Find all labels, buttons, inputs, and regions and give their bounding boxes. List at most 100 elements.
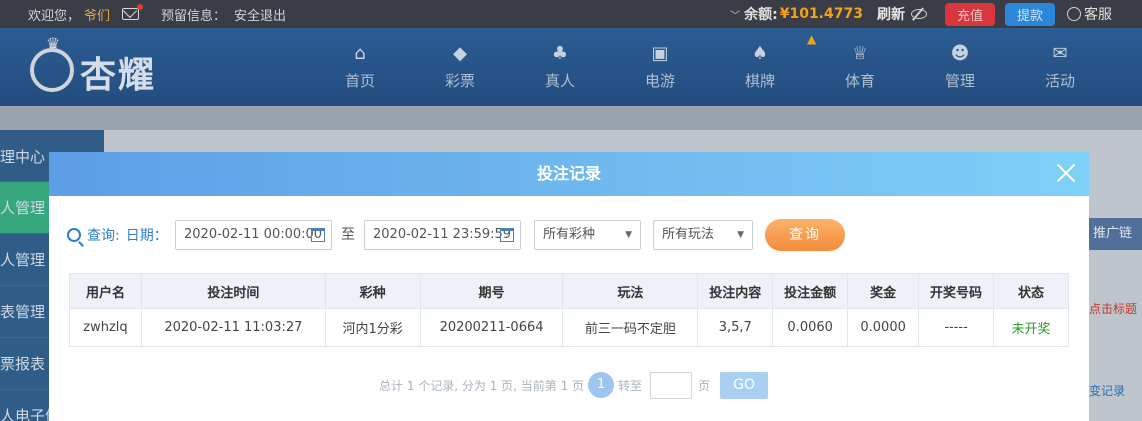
query-label-group: 查询: 日期： — [67, 220, 168, 250]
nav-label: 彩票 — [444, 72, 475, 90]
logout-link[interactable]: 安全退出 — [234, 5, 286, 24]
nav-item-promotions[interactable]: ✉ 活动 — [1010, 28, 1110, 106]
main-header: ♛ 杏耀 ⌂ 首页 ◆ 彩票 ♣ 真人 ▣ 电游 ♠ ▲ 棋牌 ♕ 体育 ☻ 管理 ✉ 活动 — [0, 28, 1142, 106]
username[interactable]: 爷们 — [84, 5, 110, 24]
modal-header: 投注记录 — [49, 152, 1089, 196]
nav-label: 电游 — [644, 72, 675, 90]
column-header: 开奖号码 — [918, 273, 994, 309]
nav-item-manage[interactable]: ☻ 管理 — [910, 28, 1010, 106]
modal-title: 投注记录 — [536, 164, 601, 183]
date-label: 日期： — [125, 228, 168, 244]
content-band — [104, 106, 1142, 130]
logo-emblem-icon — [30, 48, 74, 92]
column-header: 用户名 — [69, 273, 142, 309]
column-header: 期号 — [419, 273, 564, 309]
start-date-value: 2020-02-11 00:00:00 — [184, 227, 323, 242]
date-range-separator: 至 — [341, 227, 355, 243]
chevron-down-icon[interactable]: ﹀ — [730, 7, 740, 22]
nav-label: 首页 — [344, 72, 375, 90]
nav-item-sports[interactable]: ♕ 体育 — [810, 28, 910, 106]
gift-icon: ✉ — [1052, 43, 1068, 64]
withdraw-button[interactable]: 提款 — [1004, 2, 1055, 26]
nav-item-home[interactable]: ⌂ 首页 — [310, 28, 410, 106]
live-dealer-icon: ♣ — [551, 43, 569, 64]
close-icon[interactable] — [1055, 162, 1077, 184]
page-number-input[interactable] — [650, 371, 693, 399]
hide-balance-icon[interactable] — [910, 9, 927, 19]
welcome-text: 欢迎您， — [28, 8, 81, 24]
mail-icon[interactable] — [122, 4, 144, 20]
balance-value: ¥101.4773 — [779, 6, 863, 22]
ticket-icon: ◆ — [453, 43, 467, 64]
users-icon: ☻ — [950, 43, 970, 64]
nav-item-slots[interactable]: ▣ 电游 — [610, 28, 710, 106]
cell-username: zwhzlq — [69, 308, 142, 347]
start-date-input[interactable]: 2020-02-11 00:00:00 — [175, 220, 332, 250]
play-select-value: 所有玩法 — [662, 227, 715, 242]
nav-label: 体育 — [844, 72, 875, 90]
chat-icon — [1067, 7, 1081, 21]
dropdown-arrow-icon: ▼ — [737, 230, 744, 240]
promo-link-tab[interactable]: 推广链 — [1089, 218, 1142, 250]
dropdown-arrow-icon: ▼ — [625, 230, 632, 240]
cell-lottery: 河内1分彩 — [324, 308, 421, 347]
home-icon: ⌂ — [354, 43, 366, 64]
nav-label: 管理 — [944, 72, 975, 90]
goto-label: 转至 — [618, 378, 643, 393]
column-header: 投注内容 — [697, 273, 774, 309]
cell-bet-amount: 0.0060 — [772, 308, 849, 347]
cell-draw-number: ----- — [918, 308, 994, 347]
notification-dot — [137, 4, 144, 10]
cell-bet-content: 3,5,7 — [697, 308, 774, 347]
current-page-button[interactable]: 1 — [588, 372, 615, 398]
cell-play: 前三一码不定胆 — [562, 308, 699, 347]
end-date-value: 2020-02-11 23:59:59 — [373, 227, 512, 242]
nav-label: 棋牌 — [744, 72, 775, 90]
column-header: 投注金额 — [772, 273, 849, 309]
hot-icon: ▲ — [806, 32, 817, 46]
column-header: 状态 — [993, 273, 1069, 309]
nav-item-cards[interactable]: ♠ ▲ 棋牌 — [710, 28, 816, 106]
end-date-input[interactable]: 2020-02-11 23:59:59 — [364, 220, 521, 250]
play-type-select[interactable]: 所有玩法 ▼ — [653, 220, 753, 250]
nav-item-live[interactable]: ♣ 真人 — [510, 28, 610, 106]
column-header: 投注时间 — [140, 273, 326, 309]
brand-logo[interactable]: ♛ 杏耀 — [30, 34, 180, 96]
customer-service-link[interactable]: 客服 — [1067, 4, 1112, 24]
calendar-icon[interactable] — [311, 228, 325, 242]
cards-icon: ♠ — [751, 43, 769, 64]
change-record-link[interactable]: 变记录 — [1089, 382, 1142, 399]
nav-label: 真人 — [544, 72, 575, 90]
query-button[interactable]: 查询 — [765, 219, 845, 251]
search-icon — [67, 228, 81, 242]
refresh-link[interactable]: 刷新 — [877, 4, 905, 24]
bet-record-modal: 投注记录 查询: 日期： 2020-02-11 00:00:00 至 2020-… — [49, 152, 1089, 421]
cell-status: 未开奖 — [993, 308, 1069, 347]
click-title-hint: 点击标题 — [1089, 302, 1138, 316]
nav-label: 活动 — [1044, 72, 1075, 90]
slot-machine-icon: ▣ — [651, 43, 669, 64]
pagination: 总计 1 个记录, 分为 1 页, 当前第 1 页 1 转至 页 GO — [379, 371, 769, 399]
pagination-summary: 总计 1 个记录, 分为 1 页, 当前第 1 页 — [379, 378, 585, 393]
main-nav: ⌂ 首页 ◆ 彩票 ♣ 真人 ▣ 电游 ♠ ▲ 棋牌 ♕ 体育 ☻ 管理 ✉ 活动 — [310, 28, 1110, 106]
cell-issue: 20200211-0664 — [419, 308, 564, 347]
column-header: 奖金 — [847, 273, 920, 309]
balance-label: 余额: — [744, 7, 778, 23]
nav-item-lottery[interactable]: ◆ 彩票 — [410, 28, 510, 106]
query-label: 查询: — [87, 228, 120, 244]
cell-bet-time: 2020-02-11 11:03:27 — [140, 308, 326, 347]
column-header: 玩法 — [562, 273, 699, 309]
calendar-icon[interactable] — [500, 228, 514, 242]
lottery-type-select[interactable]: 所有彩种 ▼ — [534, 220, 641, 250]
top-bar: 欢迎您， 爷们 预留信息： 安全退出 ﹀ 余额: ¥101.4773 刷新 充值… — [0, 0, 1142, 28]
bet-record-table: 用户名 投注时间 彩种 期号 玩法 投注内容 投注金额 奖金 开奖号码 状态 z… — [69, 273, 1069, 347]
go-button[interactable]: GO — [720, 371, 769, 399]
reserve-info-label: 预留信息： — [161, 8, 227, 24]
page-unit-label: 页 — [698, 378, 711, 393]
lottery-select-value: 所有彩种 — [543, 227, 596, 242]
trophy-icon: ♕ — [851, 43, 869, 64]
cell-prize: 0.0000 — [847, 308, 920, 347]
recharge-button[interactable]: 充值 — [944, 2, 995, 26]
column-header: 彩种 — [324, 273, 421, 309]
table-row[interactable]: zwhzlq 2020-02-11 11:03:27 河内1分彩 2020021… — [69, 308, 1069, 347]
